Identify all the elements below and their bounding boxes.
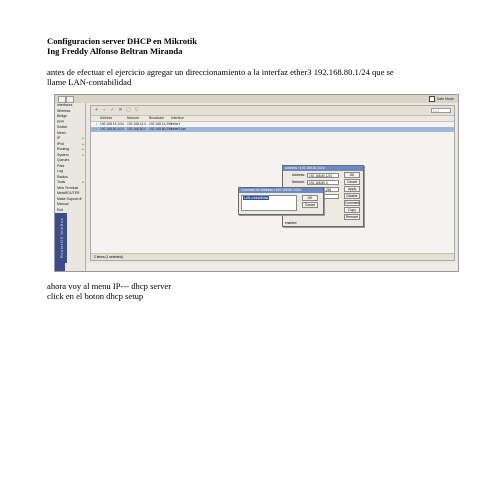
find-input[interactable]: Find (431, 107, 451, 113)
add-icon[interactable]: + (93, 107, 100, 113)
brand-vertical-label: RouterOS WinBox (57, 213, 67, 263)
comment-textarea[interactable]: LAN-contabilidad (241, 195, 297, 211)
address-label: Address: (291, 173, 305, 177)
column-header[interactable]: Interface (171, 116, 184, 121)
apply-button[interactable]: Apply (344, 186, 360, 192)
document-title-line-2: Ing Freddy Alfonso Beltran Miranda (47, 46, 183, 56)
address-input[interactable]: 192.168.80.1/24 (307, 173, 339, 178)
address-list-window: + − ✓ ✕ ▢ ▽ Find Address Network Broadca… (90, 105, 455, 261)
undo-icon[interactable] (58, 96, 66, 103)
address-list-toolbar: + − ✓ ✕ ▢ ▽ Find (91, 106, 454, 116)
column-header[interactable]: Address (100, 116, 112, 121)
cell-address: 192.168.14.1/24 (100, 122, 124, 126)
sidebar-item-label: New Terminal (57, 185, 79, 190)
address-dialog-status: enabled (285, 221, 297, 225)
cell-interface: ether3-lan (171, 127, 186, 131)
table-row[interactable]: ▪ 192.168.14.1/24 192.168.14.0 192.168.1… (91, 122, 454, 127)
ok-button[interactable]: OK (344, 172, 360, 178)
sidebar-item-label: Queues (57, 158, 70, 162)
enable-icon[interactable]: ✓ (109, 107, 116, 113)
cell-network: 192.168.14.0 (127, 122, 147, 126)
sidebar-item-label: Routing (57, 147, 70, 151)
network-label: Network: (291, 180, 305, 184)
cell-address: 192.168.80.1/24 (100, 127, 124, 131)
sidebar-item-label: Wireless (57, 108, 71, 113)
sidebar-item-label: System (57, 152, 69, 157)
document-title-line-1: Configuracion server DHCP en Mikrotik (47, 36, 198, 46)
sidebar-item-label: Switch (57, 125, 68, 129)
comment-button[interactable]: Comment (344, 200, 360, 206)
copy-button[interactable]: Copy (344, 207, 360, 213)
winbox-main-pane: + − ✓ ✕ ▢ ▽ Find Address Network Broadca… (86, 103, 458, 263)
column-header[interactable]: Broadcast (149, 116, 164, 121)
sidebar-item-label: PPP (57, 119, 65, 124)
remove-icon[interactable]: − (101, 107, 108, 113)
comment-ok-button[interactable]: OK (302, 195, 318, 201)
comment-dialog-title: Comment for Address <192.168.80.1/24> (239, 188, 323, 193)
comment-dialog: Comment for Address <192.168.80.1/24> LA… (238, 187, 324, 215)
address-dialog-title: Address <192.168.80.1/24> (283, 166, 363, 171)
column-header[interactable]: Network (127, 116, 139, 121)
sidebar-item-label: Manual (57, 202, 69, 206)
disable-button[interactable]: Disable (344, 193, 360, 199)
disable-icon[interactable]: ✕ (117, 107, 124, 113)
address-row-icon: ▪ (96, 122, 98, 126)
cell-broadcast: 192.168.14.255 (149, 122, 172, 126)
sidebar-item-label: MetaROUTER (57, 191, 80, 195)
paragraph-2-line-2: click en el boton dhcp setup (47, 290, 144, 301)
sidebar-item-label: Log (57, 169, 63, 173)
filter-icon[interactable]: ▽ (133, 107, 140, 113)
comment-text: LAN-contabilidad (243, 196, 270, 200)
table-row[interactable]: ;;; ▪ 192.168.80.1/24 192.168.80.0 192.1… (91, 127, 454, 132)
cell-interface: ether1 (171, 122, 181, 126)
network-input[interactable]: 192.168.80.0 (307, 180, 339, 185)
redo-icon[interactable] (66, 96, 74, 103)
sidebar-item-label: Exit (57, 207, 63, 212)
winbox-sidebar: Interfaces Wireless Bridge PPP Switch Mesh IP ▸… (55, 103, 86, 271)
sidebar-item-label: Make Supout.rif (57, 196, 82, 201)
paragraph-1-line-2: llame LAN-contabilidad (47, 76, 132, 87)
cell-broadcast: 192.168.80.255 (149, 127, 172, 131)
sidebar-item-label: IP (57, 136, 61, 140)
sidebar-item-label: Bridge (57, 114, 68, 118)
paragraph-instructions: antes de efectuar el ejercicio agregar u… (47, 67, 394, 87)
address-row-icon: ▪ (96, 127, 98, 131)
comment-icon[interactable]: ▢ (125, 107, 132, 113)
safe-mode-label: Safe Mode (436, 97, 454, 101)
document-title: Configuracion server DHCP en Mikrotik In… (47, 36, 197, 56)
safe-mode-toggle[interactable]: Safe Mode (428, 96, 454, 103)
sidebar-item-label: Radius (57, 174, 68, 179)
cancel-button[interactable]: Cancel (344, 179, 360, 185)
sidebar-item-label: Files (57, 163, 65, 168)
paragraph-next-steps: ahora voy al menu IP--- dhcp server clic… (47, 281, 171, 301)
cell-flag: ;;; (92, 127, 95, 131)
comment-cancel-button[interactable]: Cancel (302, 202, 318, 208)
sidebar-item-label: IPv6 (57, 141, 65, 146)
cell-network: 192.168.80.0 (127, 127, 147, 131)
sidebar-item-label: Mesh (57, 130, 66, 135)
address-list-status: 2 items (1 selected) (91, 253, 454, 260)
safe-mode-checkbox-icon (428, 96, 435, 103)
sidebar-item-label: Interfaces (57, 103, 73, 107)
remove-button[interactable]: Remove (344, 214, 360, 220)
winbox-screenshot: Safe Mode Interfaces Wireless Bridge PPP Swi… (54, 94, 459, 272)
sidebar-item-label: Tools (57, 180, 66, 184)
sidebar-menu: Interfaces Wireless Bridge PPP Switch Mesh IP ▸… (55, 103, 85, 213)
